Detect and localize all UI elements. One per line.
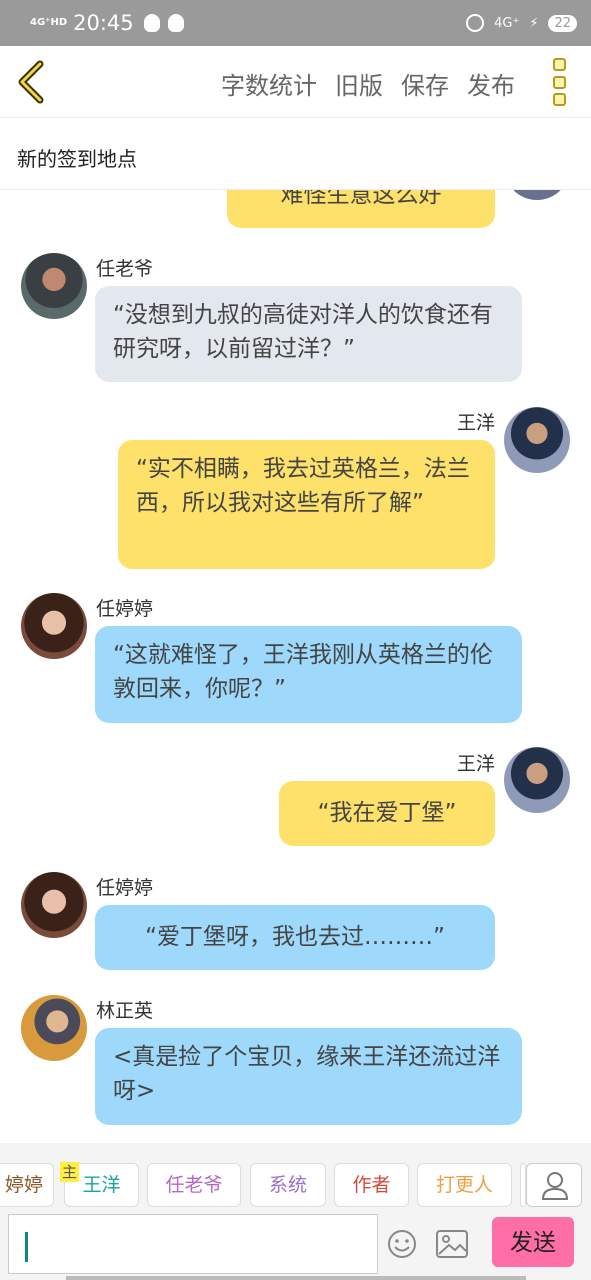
input-bar: 发送 (0, 1209, 591, 1280)
character-tab[interactable]: 任老爷 (147, 1163, 241, 1207)
message-bubble[interactable]: 难怪生意这么好 (227, 190, 495, 228)
avatar-wang-yang[interactable] (504, 747, 570, 813)
avatar[interactable] (504, 190, 570, 200)
old-version-button[interactable]: 旧版 (335, 66, 383, 101)
avatar-ren-tingting[interactable] (21, 872, 87, 938)
character-tab[interactable]: 作者 (334, 1163, 409, 1207)
alarm-icon (466, 14, 485, 32)
qq-icon (143, 14, 160, 32)
top-toolbar: 字数统计 旧版 保存 发布 (0, 46, 591, 118)
chat-area[interactable]: 难怪生意这么好 任老爷 “没想到九叔的高徒对洋人的饮食还有研究呀，以前留过洋？”… (0, 190, 591, 1143)
status-bar: 4G⁺HD 20:45 4G⁺ ⚡ 22 (0, 0, 591, 46)
character-tab[interactable]: 婷婷 (0, 1163, 54, 1207)
message-input[interactable] (8, 1214, 378, 1274)
more-menu-icon[interactable] (553, 58, 569, 106)
sender-name: 任婷婷 (96, 598, 154, 620)
battery-level: 22 (548, 14, 577, 32)
message-bubble[interactable]: <真是捡了个宝贝，缘来王洋还流过洋呀> (95, 1028, 522, 1125)
network-label: 4G⁺ (494, 15, 520, 31)
character-tab[interactable]: 打更人 (417, 1163, 512, 1207)
word-count-button[interactable]: 字数统计 (221, 66, 317, 101)
sender-name: 林正英 (96, 1000, 154, 1022)
sender-name: 任婷婷 (96, 877, 154, 899)
avatar-wang-yang[interactable] (504, 407, 570, 473)
sender-name: 王洋 (456, 753, 495, 775)
add-character-button[interactable] (526, 1163, 582, 1207)
message-bubble[interactable]: “爱丁堡呀，我也去过………” (95, 905, 495, 970)
save-button[interactable]: 保存 (401, 66, 449, 101)
message-bubble[interactable]: “没想到九叔的高徒对洋人的饮食还有研究呀，以前留过洋？” (95, 286, 522, 382)
qq-icon-2 (167, 14, 184, 32)
signal-icon: 4G⁺HD (30, 17, 68, 28)
master-tag: 主 (60, 1162, 80, 1182)
status-right: 4G⁺ ⚡ 22 (466, 14, 577, 32)
text-caret (25, 1232, 28, 1262)
sender-name: 王洋 (456, 412, 495, 434)
avatar-ren-tingting[interactable] (21, 593, 87, 659)
toolbar-actions: 字数统计 旧版 保存 发布 (221, 66, 515, 101)
sender-name: 任老爷 (96, 258, 154, 280)
charging-icon: ⚡ (529, 15, 539, 31)
emoji-icon[interactable] (386, 1228, 418, 1260)
avatar-lin-zhengying[interactable] (21, 995, 87, 1061)
home-indicator (66, 1276, 526, 1280)
image-icon[interactable] (435, 1229, 469, 1259)
back-arrow-icon[interactable] (14, 60, 48, 104)
status-time: 20:45 (73, 11, 134, 35)
message-bubble[interactable]: “这就难怪了，王洋我刚从英格兰的伦敦回来，你呢？” (95, 626, 522, 723)
message-bubble[interactable]: “我在爱丁堡” (279, 781, 495, 846)
message-bubble[interactable]: “实不相瞒，我去过英格兰，法兰西，所以我对这些有所了解” (118, 440, 495, 569)
publish-button[interactable]: 发布 (467, 66, 515, 101)
character-tab[interactable]: 系统 (250, 1163, 326, 1207)
character-tabs: 婷婷 王洋 主 任老爷 系统 作者 打更人 (0, 1143, 591, 1209)
avatar-ren-laoye[interactable] (21, 253, 87, 319)
chapter-title[interactable]: 新的签到地点 (0, 118, 591, 190)
send-button[interactable]: 发送 (492, 1217, 574, 1267)
person-icon (541, 1172, 569, 1200)
